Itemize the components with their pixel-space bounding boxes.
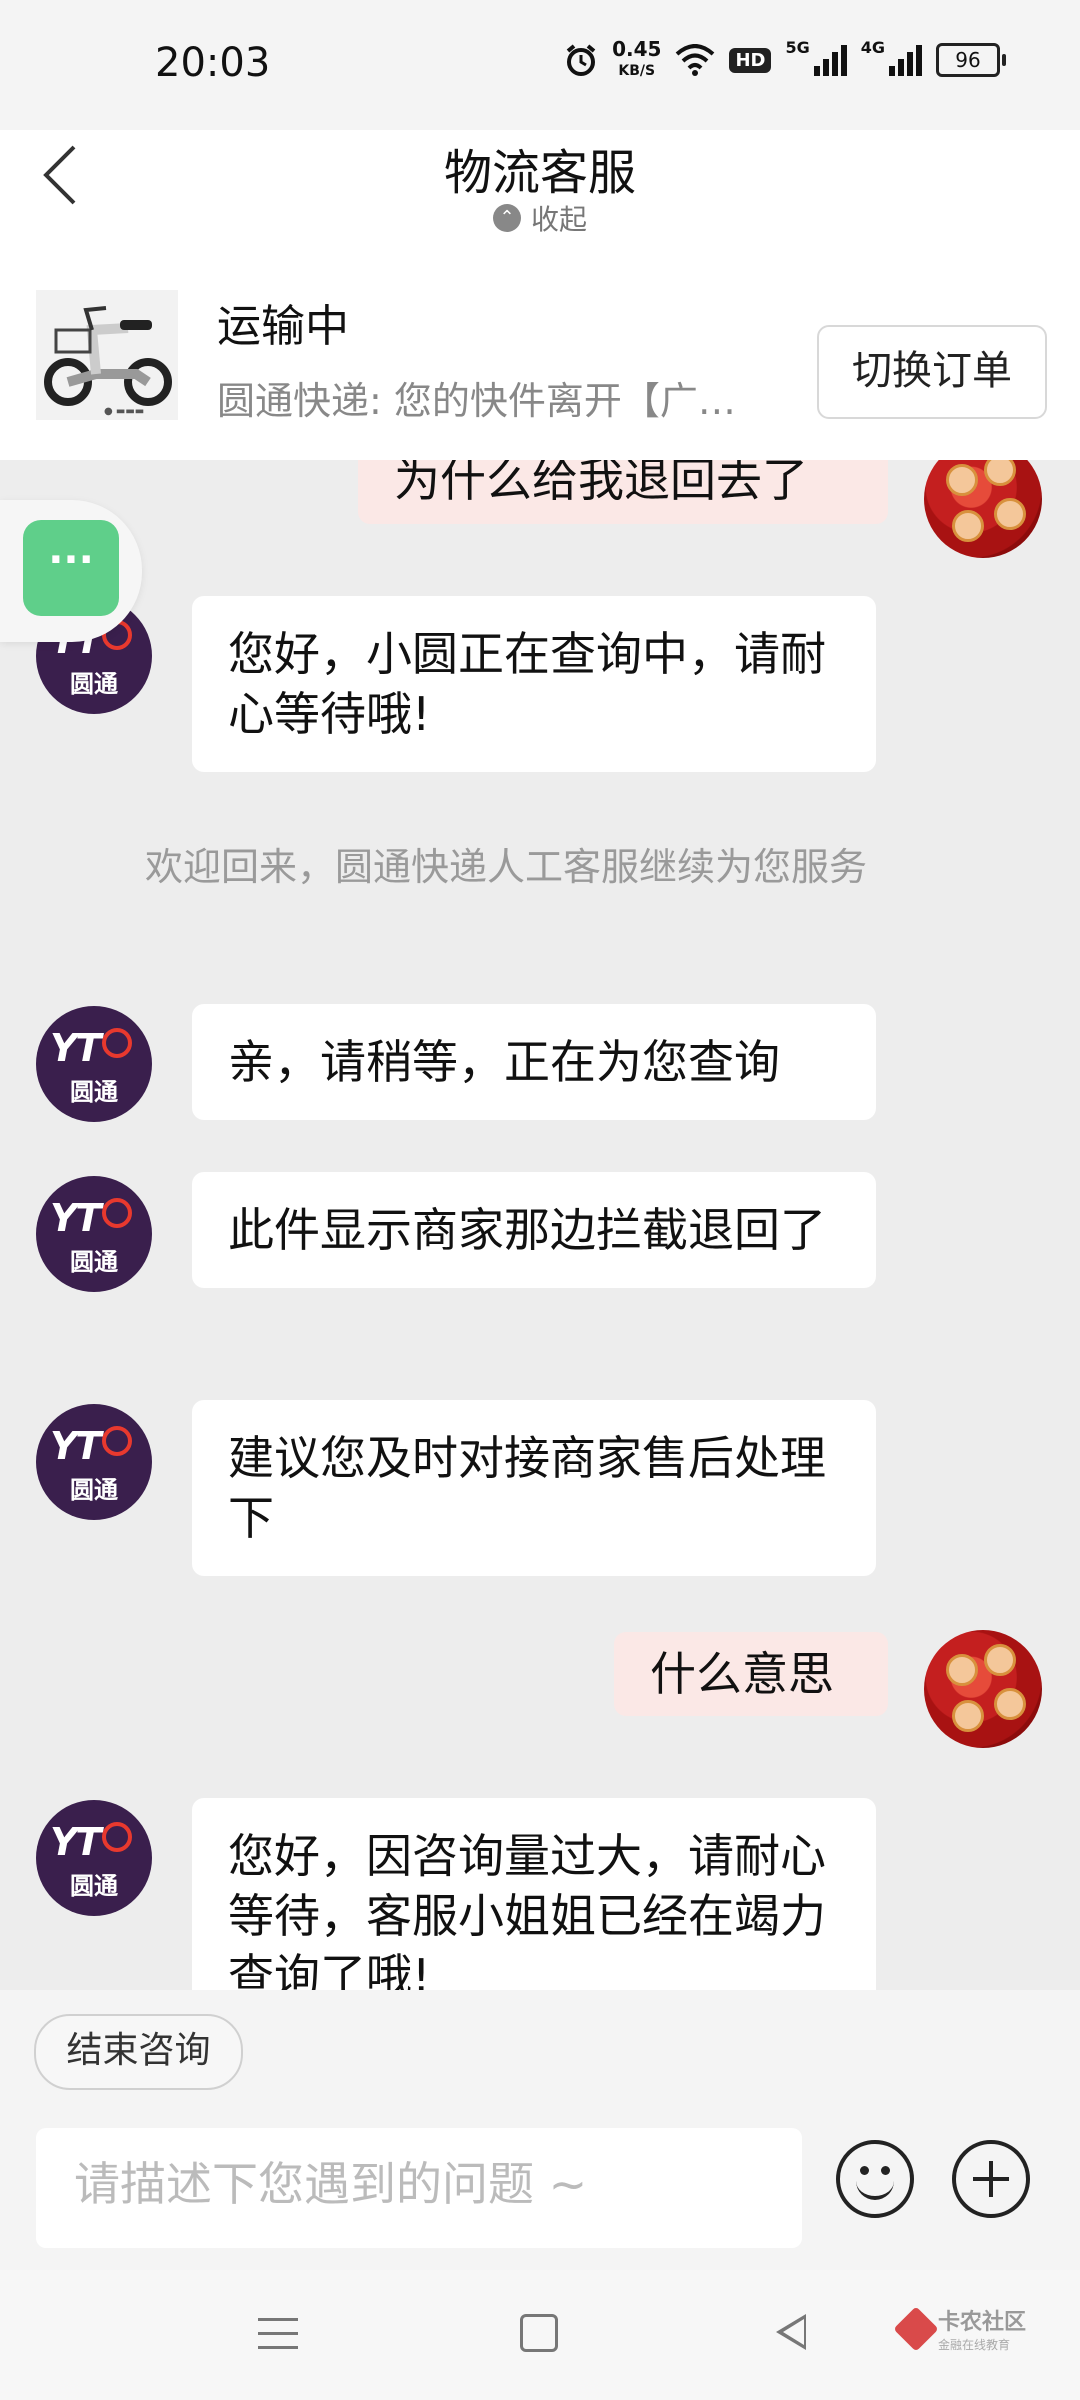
agent-message: 建议您及时对接商家售后处理下: [192, 1400, 876, 1576]
watermark: 卡农社区 金融在线教育: [893, 2304, 1026, 2353]
agent-avatar[interactable]: YT 圆通: [36, 1176, 152, 1292]
scooter-thumbnail: ● ▬▬▬: [36, 290, 178, 420]
status-icons: 0.45 KB/S HD 5G 4G 96: [564, 37, 1006, 82]
agent-avatar[interactable]: YT 圆通: [36, 1800, 152, 1916]
message-input[interactable]: [72, 2128, 796, 2240]
more-dots-icon[interactable]: ···: [23, 520, 119, 616]
sim1-label: 5G: [785, 38, 810, 57]
status-time: 20:03: [155, 40, 271, 86]
floating-menu[interactable]: ···: [0, 500, 142, 642]
user-avatar[interactable]: [924, 1630, 1042, 1748]
order-description: 圆通快递: 您的快件离开【广…: [217, 379, 736, 423]
hd-icon: HD: [729, 47, 772, 73]
smiley-icon[interactable]: [836, 2140, 914, 2218]
status-bar: 20:03 0.45 KB/S HD 5G 4G 96: [0, 0, 1080, 130]
agent-message: 此件显示商家那边拦截退回了: [192, 1172, 876, 1288]
collapse-toggle[interactable]: ⌃ 收起: [0, 198, 1080, 238]
user-message: 为什么给我退回去了: [358, 460, 888, 524]
switch-order-button[interactable]: 切换订单: [817, 325, 1047, 419]
sim2-label: 4G: [860, 38, 885, 57]
system-nav-bar: 卡农社区 金融在线教育: [0, 2270, 1080, 2400]
end-consultation-button[interactable]: 结束咨询: [34, 2014, 243, 2090]
user-avatar[interactable]: [924, 460, 1042, 558]
order-status: 运输中: [217, 301, 349, 352]
watermark-logo-icon: [893, 2305, 939, 2352]
chat-area[interactable]: 为什么给我退回去了 YT 圆通 您好，小圆正在查询中，请耐心等待哦! 欢迎回来，…: [0, 460, 1080, 1990]
agent-message: 您好，小圆正在查询中，请耐心等待哦!: [192, 596, 876, 772]
back-triangle-icon[interactable]: [776, 2314, 806, 2350]
menu-icon[interactable]: [258, 2318, 298, 2360]
agent-avatar[interactable]: YT 圆通: [36, 1006, 152, 1122]
wifi-icon: [676, 44, 715, 76]
agent-message: 您好，因咨询量过大，请耐心等待，客服小姐姐已经在竭力查询了哦!: [192, 1798, 876, 1990]
signal-5g-icon: [813, 44, 847, 76]
user-message: 什么意思: [614, 1632, 888, 1716]
collapse-label: 收起: [530, 203, 587, 236]
message-input-box[interactable]: [36, 2128, 802, 2248]
order-card[interactable]: ● ▬▬▬ 运输中 圆通快递: 您的快件离开【广… 切换订单: [0, 270, 1080, 461]
chevron-up-icon: ⌃: [492, 204, 521, 232]
svg-text:● ▬▬▬: ● ▬▬▬: [104, 406, 144, 417]
page-title: 物流客服: [443, 145, 636, 201]
net-speed: 0.45 KB/S: [612, 37, 662, 79]
system-message: 欢迎回来，圆通快递人工客服继续为您服务: [145, 845, 868, 889]
agent-avatar[interactable]: YT 圆通: [36, 1404, 152, 1520]
alarm-icon: [566, 44, 596, 76]
home-icon[interactable]: [520, 2314, 558, 2352]
agent-message: 亲，请稍等，正在为您查询: [192, 1004, 876, 1120]
input-area: 结束咨询: [0, 1990, 1080, 2270]
signal-4g-icon: [889, 44, 922, 76]
plus-icon[interactable]: [952, 2140, 1030, 2218]
battery-icon: 96: [936, 43, 1006, 77]
